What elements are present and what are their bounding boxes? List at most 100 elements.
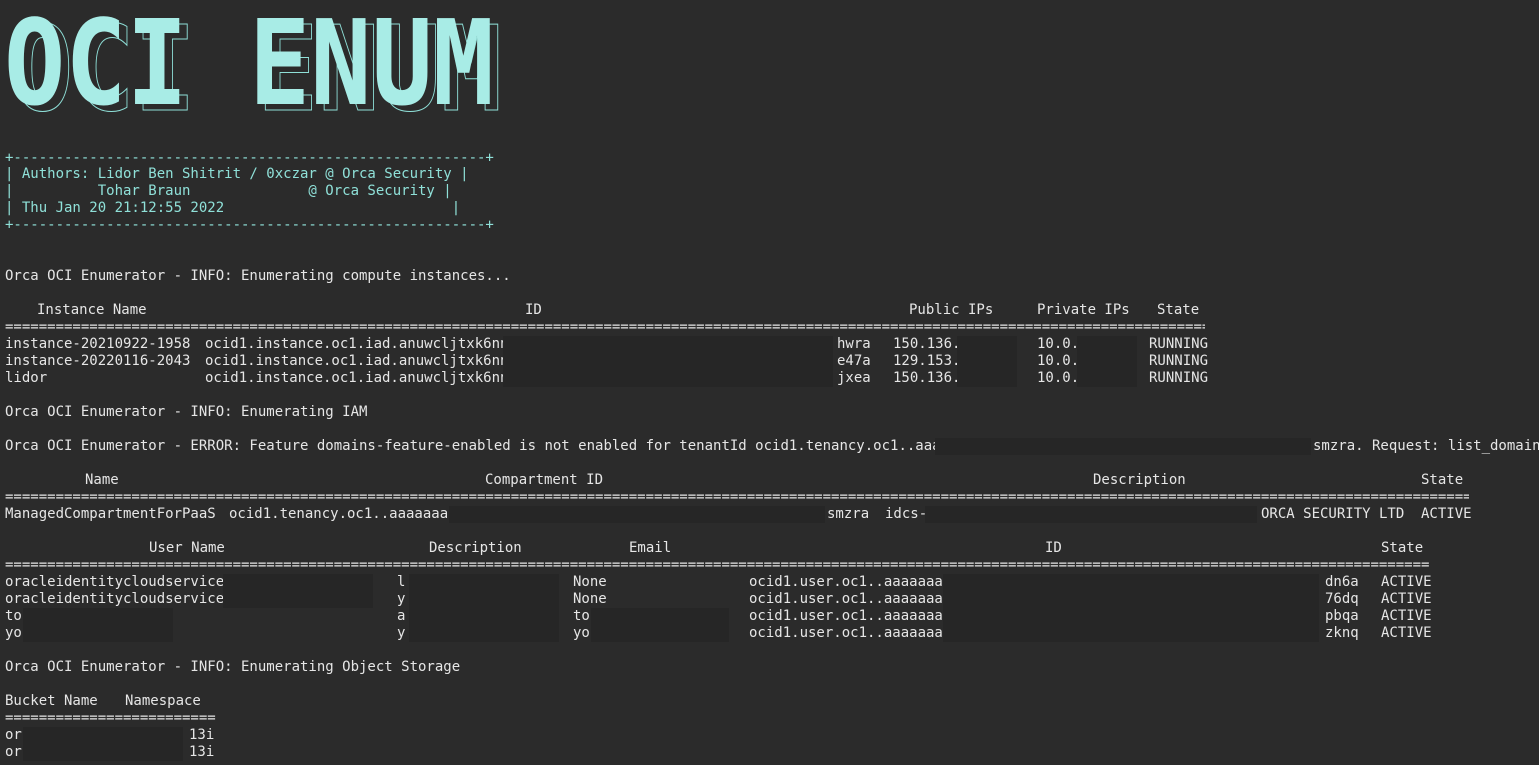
user-id-end: dn6a: [1325, 574, 1359, 590]
compartment-id-end: smzra: [827, 506, 870, 522]
redaction-bar: [943, 591, 1319, 608]
public-ip: 150.136.: [893, 336, 961, 352]
redaction-bar: [223, 574, 373, 591]
redaction-bar: [503, 336, 833, 353]
bucket-namespace: 13i: [189, 744, 215, 760]
redaction-bar: [591, 625, 729, 642]
private-ip: 10.0.: [1037, 370, 1080, 386]
redaction-bar: [957, 353, 1017, 370]
user-state: ACTIVE: [1381, 591, 1432, 607]
user-email: yo: [573, 625, 590, 641]
redaction-bar: [23, 608, 173, 625]
compartment-name: ManagedCompartmentForPaaS: [5, 506, 216, 522]
user-email: None: [573, 591, 607, 607]
user-id-end: 76dq: [1325, 591, 1359, 607]
user-id: ocid1.user.oc1..aaaaaaaa: [749, 574, 952, 590]
col-private-ips: Private IPs: [1037, 302, 1130, 318]
redaction-bar: [23, 727, 183, 744]
col-email: Email: [629, 540, 672, 556]
instance-name: instance-20210922-1958: [5, 336, 191, 352]
public-ip: 150.136.: [893, 370, 961, 386]
redaction-bar: [409, 625, 559, 642]
info-storage: Orca OCI Enumerator - INFO: Enumerating …: [5, 659, 461, 675]
redaction-bar: [957, 336, 1017, 353]
compartment-desc: idcs-: [885, 506, 928, 522]
user-name: oracleidentitycloudservice/: [5, 574, 233, 590]
user-id-end: zknq: [1325, 625, 1359, 641]
redaction-bar: [503, 353, 833, 370]
redaction-bar: [1077, 336, 1137, 353]
col-state: State: [1381, 540, 1424, 556]
compartment-id: ocid1.tenancy.oc1..aaaaaaaa: [229, 506, 457, 522]
redaction-bar: [591, 608, 729, 625]
oci-enum-banner: OCI ENUM OCI ENUM: [4, 0, 503, 120]
instance-state: RUNNING: [1149, 353, 1209, 369]
col-bucket-name: Bucket Name: [5, 693, 98, 709]
private-ip: 10.0.: [1037, 336, 1080, 352]
col-description: Description: [429, 540, 522, 556]
redaction-bar: [943, 625, 1319, 642]
user-name: yo: [5, 625, 22, 641]
info-compute: Orca OCI Enumerator - INFO: Enumerating …: [5, 268, 511, 284]
user-state: ACTIVE: [1381, 625, 1432, 641]
col-id: ID: [525, 302, 542, 318]
user-desc: y: [397, 591, 406, 607]
instance-id: ocid1.instance.oc1.iad.anuwcljtxk6nno: [205, 370, 517, 386]
instance-id: ocid1.instance.oc1.iad.anuwcljtxk6nno: [205, 353, 517, 369]
instance-name: lidor: [5, 370, 48, 386]
redaction-bar: [943, 608, 1319, 625]
redaction-bar: [957, 370, 1017, 387]
banner-title: OCI ENUM: [4, 0, 494, 120]
user-desc: y: [397, 625, 406, 641]
separator: ========================================…: [5, 557, 1429, 573]
separator: ========================================…: [5, 319, 1205, 335]
col-name: Name: [85, 472, 119, 488]
redaction-bar: [503, 370, 833, 387]
compartment-desc-end: ORCA SECURITY LTD: [1261, 506, 1405, 522]
user-email: None: [573, 574, 607, 590]
redaction-bar: [449, 506, 825, 523]
col-description: Description: [1093, 472, 1186, 488]
redaction-bar: [925, 506, 1257, 523]
instance-id: ocid1.instance.oc1.iad.anuwcljtxk6nno: [205, 336, 517, 352]
user-name: to: [5, 608, 22, 624]
authors-line: | Authors: Lidor Ben Shitrit / 0xczar @ …: [5, 166, 469, 182]
redaction-bar: [409, 608, 559, 625]
redaction-bar: [23, 625, 173, 642]
user-state: ACTIVE: [1381, 574, 1432, 590]
col-compartment-id: Compartment ID: [485, 472, 604, 488]
col-namespace: Namespace: [125, 693, 201, 709]
bucket-name: or: [5, 727, 22, 743]
col-public-ips: Public IPs: [909, 302, 994, 318]
compartment-state: ACTIVE: [1421, 506, 1472, 522]
instance-state: RUNNING: [1149, 336, 1209, 352]
redaction-bar: [1077, 370, 1137, 387]
redaction-bar: [23, 744, 183, 761]
col-state: State: [1421, 472, 1464, 488]
user-email: to: [573, 608, 590, 624]
redaction-bar: [409, 591, 559, 608]
bucket-name: or: [5, 744, 22, 760]
error-line-end: smzra. Request: list_domains: [1313, 438, 1539, 454]
bucket-namespace: 13i: [189, 727, 215, 743]
col-instance-name: Instance Name: [37, 302, 147, 318]
instance-state: RUNNING: [1149, 370, 1209, 386]
separator: ========================================…: [5, 489, 1469, 505]
timestamp-line: | Thu Jan 20 21:12:55 2022 |: [5, 200, 461, 216]
authors-box-top: +---------------------------------------…: [5, 150, 494, 166]
separator: =========================: [5, 710, 216, 726]
instance-name: instance-20220116-2043: [5, 353, 191, 369]
public-ip: 129.153.: [893, 353, 961, 369]
instance-id-end: e47a: [837, 353, 871, 369]
col-state: State: [1157, 302, 1200, 318]
authors-box-bottom: +---------------------------------------…: [5, 217, 494, 233]
user-id: ocid1.user.oc1..aaaaaaaa: [749, 608, 952, 624]
instance-id-end: hwra: [837, 336, 871, 352]
user-id-end: pbqa: [1325, 608, 1359, 624]
user-desc: a: [397, 608, 406, 624]
col-user-name: User Name: [149, 540, 225, 556]
error-line: Orca OCI Enumerator - ERROR: Feature dom…: [5, 438, 983, 454]
info-iam: Orca OCI Enumerator - INFO: Enumerating …: [5, 404, 368, 420]
private-ip: 10.0.: [1037, 353, 1080, 369]
col-id: ID: [1045, 540, 1062, 556]
